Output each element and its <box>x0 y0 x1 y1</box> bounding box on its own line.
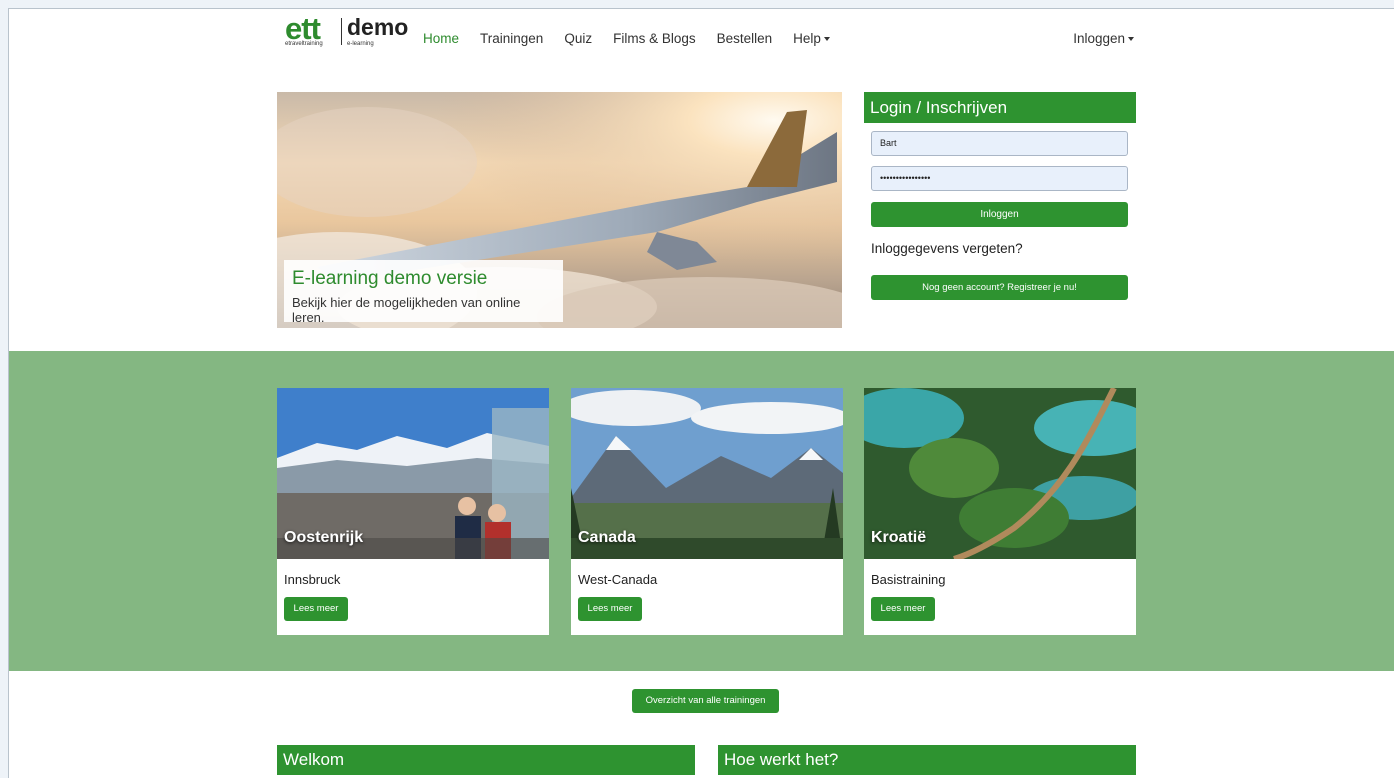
hero-caption: E-learning demo versie Bekijk hier de mo… <box>284 260 563 325</box>
register-button[interactable]: Nog geen account? Registreer je nu! <box>871 275 1128 300</box>
training-card-kroatie[interactable]: Kroatië Basistraining Lees meer <box>864 388 1136 635</box>
login-button[interactable]: Inloggen <box>871 202 1128 227</box>
how-it-works-heading: Hoe werkt het? <box>718 745 1136 775</box>
caret-down-icon <box>823 37 830 42</box>
nav-trainingen[interactable]: Trainingen <box>480 31 543 46</box>
logo-product-sub: e-learning <box>347 41 374 47</box>
trainings-band: Oostenrijk Innsbruck Lees meer Canada We… <box>9 351 1394 671</box>
card-title: Oostenrijk <box>284 529 364 546</box>
caret-down-icon <box>1128 37 1134 42</box>
welcome-heading: Welkom <box>277 745 695 775</box>
card-subtitle: Innsbruck <box>284 572 341 587</box>
card-title: Canada <box>578 529 636 546</box>
login-panel: Login / Inschrijven Bart •••••••••••••••… <box>864 92 1136 322</box>
page-frame: ett demo etraveltraining e-learning Home… <box>8 8 1394 778</box>
card-subtitle: Basistraining <box>871 572 946 587</box>
nav-home[interactable]: Home <box>423 31 459 46</box>
all-trainings-button[interactable]: Overzicht van alle trainingen <box>632 689 779 713</box>
hero-banner: E-learning demo versie Bekijk hier de mo… <box>277 92 842 328</box>
nav-help-label: Help <box>793 31 821 46</box>
login-dropdown-label: Inloggen <box>1073 31 1125 46</box>
logo-product: demo <box>347 14 409 40</box>
main-menu: Home Trainingen Quiz Films & Blogs Beste… <box>423 31 851 46</box>
training-card-oostenrijk[interactable]: Oostenrijk Innsbruck Lees meer <box>277 388 549 635</box>
site-logo[interactable]: ett demo etraveltraining e-learning <box>285 11 413 49</box>
nav-films-blogs[interactable]: Films & Blogs <box>613 31 696 46</box>
hero-title: E-learning demo versie <box>292 268 488 289</box>
logo-brand-sub: etraveltraining <box>285 41 323 47</box>
password-input[interactable]: •••••••••••••••• <box>871 166 1128 191</box>
top-navigation: ett demo etraveltraining e-learning Home… <box>277 9 1137 71</box>
nav-bestellen[interactable]: Bestellen <box>717 31 773 46</box>
hero-subtitle: Bekijk hier de mogelijkheden van online … <box>292 295 521 325</box>
forgot-credentials-link[interactable]: Inloggegevens vergeten? <box>871 241 1023 256</box>
card-subtitle: West-Canada <box>578 572 658 587</box>
nav-quiz[interactable]: Quiz <box>564 31 592 46</box>
login-dropdown[interactable]: Inloggen <box>1073 31 1134 46</box>
read-more-button[interactable]: Lees meer <box>284 597 348 621</box>
login-panel-title: Login / Inschrijven <box>864 92 1136 123</box>
card-title: Kroatië <box>871 529 927 546</box>
read-more-button[interactable]: Lees meer <box>578 597 642 621</box>
read-more-button[interactable]: Lees meer <box>871 597 935 621</box>
training-card-canada[interactable]: Canada West-Canada Lees meer <box>571 388 843 635</box>
username-input[interactable]: Bart <box>871 131 1128 156</box>
nav-help[interactable]: Help <box>793 31 830 46</box>
logo-divider <box>341 18 342 45</box>
